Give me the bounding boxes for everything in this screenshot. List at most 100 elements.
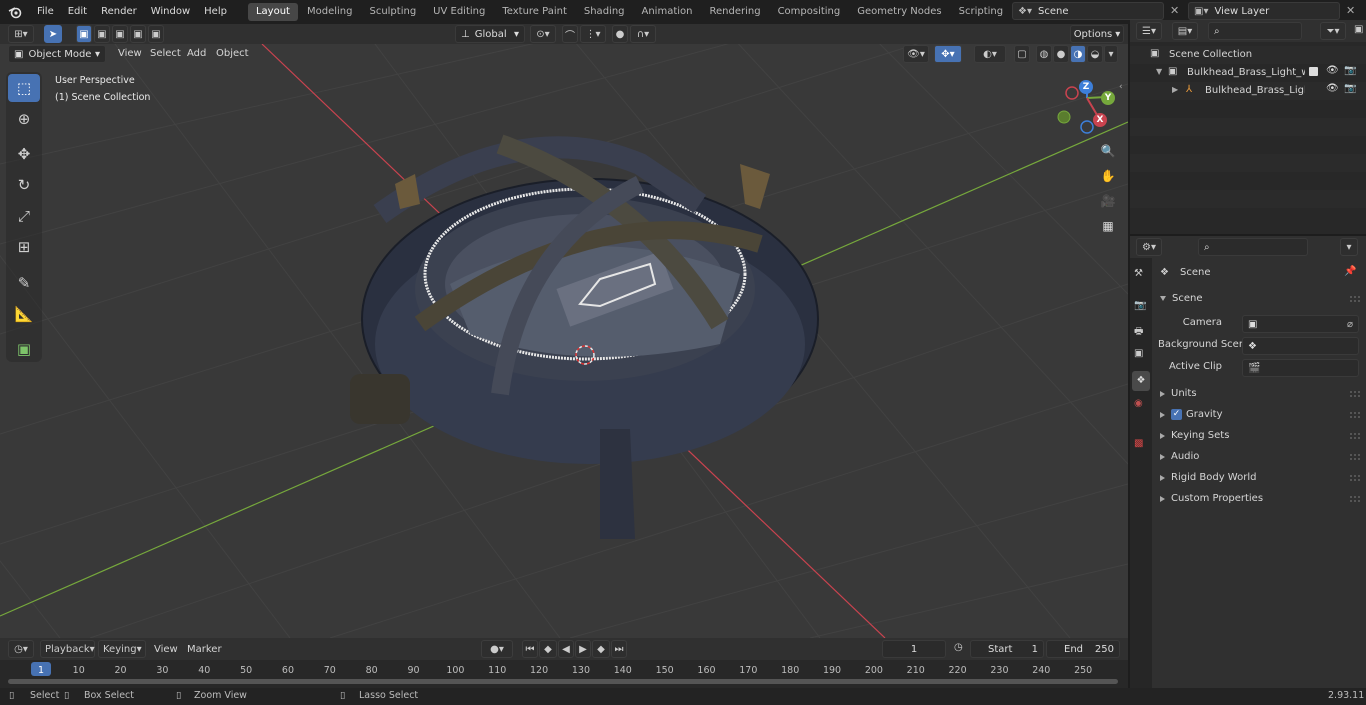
pivot-point-icon[interactable]: ⊙▾: [530, 25, 556, 43]
audio-panel-header[interactable]: Audio: [1160, 451, 1199, 462]
eye-icon[interactable]: 👁: [1326, 65, 1339, 76]
play-reverse-icon[interactable]: ◀: [558, 640, 574, 658]
select-extend-icon[interactable]: ▣: [94, 25, 110, 43]
select-new-icon[interactable]: ▣: [76, 25, 92, 43]
keying-sets-panel-header[interactable]: Keying Sets: [1160, 430, 1229, 441]
outliner-editor-icon[interactable]: ☰▾: [1136, 22, 1162, 40]
jump-end-icon[interactable]: ⏭: [611, 640, 627, 658]
move-tool-icon[interactable]: ✥: [8, 140, 40, 168]
drag-handle-icon[interactable]: [1350, 496, 1360, 502]
gizmo-y-icon[interactable]: Y: [1101, 91, 1115, 105]
options-dropdown[interactable]: Options ▾: [1070, 25, 1124, 43]
close-scene-icon[interactable]: ✕: [1170, 4, 1179, 17]
drag-handle-icon[interactable]: [1350, 454, 1360, 460]
viewport-menu-add[interactable]: Add: [187, 48, 206, 59]
outliner-row-collection[interactable]: ▼ ▣ Bulkhead_Brass_Light_with_C 👁 📷: [1130, 64, 1366, 82]
shading-options-icon[interactable]: ▾: [1104, 45, 1118, 63]
world-tab-icon[interactable]: ◉: [1134, 398, 1143, 409]
gizmo-toggle-icon[interactable]: ✥▾: [934, 45, 962, 63]
next-keyframe-icon[interactable]: ◆: [592, 640, 610, 658]
camera-view-icon[interactable]: 🎥: [1097, 190, 1119, 212]
playback-menu[interactable]: Playback ▾: [40, 640, 95, 658]
eye-icon[interactable]: 👁: [1326, 83, 1339, 94]
tab-geometry-nodes[interactable]: Geometry Nodes: [849, 3, 949, 21]
solid-shading-icon[interactable]: ●: [1053, 45, 1069, 63]
gizmo-z-icon[interactable]: Z: [1079, 80, 1093, 94]
background-scene-field[interactable]: ❖: [1242, 337, 1359, 355]
scale-tool-icon[interactable]: ⤢: [8, 202, 40, 230]
gizmo-x-icon[interactable]: X: [1093, 113, 1107, 127]
tool-tab-icon[interactable]: ⚒: [1134, 268, 1143, 279]
pin-icon[interactable]: 📌: [1344, 266, 1356, 277]
overlays-icon[interactable]: ◐▾: [974, 45, 1006, 63]
expand-icon[interactable]: ▶: [1172, 85, 1178, 94]
snap-target-icon[interactable]: ⋮▾: [580, 25, 606, 43]
tab-compositing[interactable]: Compositing: [770, 3, 849, 21]
preview-range-icon[interactable]: ◷: [954, 642, 963, 653]
menu-edit[interactable]: Edit: [61, 0, 94, 24]
transform-orientation[interactable]: ⊥ Global ▾: [455, 25, 525, 43]
menu-render[interactable]: Render: [94, 0, 144, 24]
viewport-menu-object[interactable]: Object: [216, 48, 249, 59]
rendered-shading-icon[interactable]: ◒: [1087, 45, 1103, 63]
cursor-tool-icon[interactable]: ⊕: [8, 105, 40, 133]
timeline-menu-view[interactable]: View: [154, 644, 178, 655]
scene-tab-icon[interactable]: ❖: [1132, 371, 1150, 391]
3d-viewport[interactable]: Z Y X ▣ Object Mode ▾ View Select Add Ob…: [0, 44, 1128, 638]
properties-editor-icon[interactable]: ⚙▾: [1136, 238, 1162, 256]
select-invert-icon[interactable]: ▣: [130, 25, 146, 43]
tab-layout[interactable]: Layout: [247, 3, 298, 21]
rigid-body-world-panel-header[interactable]: Rigid Body World: [1160, 472, 1256, 483]
end-frame-field[interactable]: End 250: [1046, 640, 1120, 658]
eyedropper-icon[interactable]: ⌀: [1347, 319, 1353, 330]
wireframe-shading-icon[interactable]: ◍: [1036, 45, 1052, 63]
material-shading-icon[interactable]: ◑: [1070, 45, 1086, 63]
outliner-row-object[interactable]: ▶ ⅄ Bulkhead_Brass_Light_w 👁 📷: [1130, 82, 1366, 100]
timeline-menu-marker[interactable]: Marker: [187, 644, 222, 655]
viewport-menu-view[interactable]: View: [118, 48, 142, 59]
select-intersect-icon[interactable]: ▣: [148, 25, 164, 43]
drag-handle-icon[interactable]: [1350, 391, 1360, 397]
prev-keyframe-icon[interactable]: ◆: [539, 640, 557, 658]
tab-animation[interactable]: Animation: [634, 3, 701, 21]
drag-handle-icon[interactable]: [1350, 412, 1360, 418]
menu-help[interactable]: Help: [197, 0, 234, 24]
new-collection-icon[interactable]: ▣: [1354, 24, 1363, 35]
gravity-checkbox[interactable]: ✓: [1171, 409, 1182, 420]
viewport-menu-select[interactable]: Select: [150, 48, 181, 59]
menu-file[interactable]: File: [30, 0, 61, 24]
outliner-search-input[interactable]: ⌕: [1208, 22, 1302, 40]
blender-logo-icon[interactable]: [0, 0, 30, 24]
output-tab-icon[interactable]: 🖶: [1134, 324, 1143, 341]
drag-handle-icon[interactable]: [1350, 296, 1360, 302]
timeline-scrollbar[interactable]: [8, 679, 1118, 684]
camera-icon[interactable]: 📷: [1344, 83, 1356, 94]
checkbox-icon[interactable]: [1309, 67, 1318, 76]
custom-properties-panel-header[interactable]: Custom Properties: [1160, 493, 1263, 504]
drag-handle-icon[interactable]: [1350, 433, 1360, 439]
current-frame-field[interactable]: 1: [882, 640, 946, 658]
pan-view-icon[interactable]: ✋: [1097, 165, 1119, 187]
select-tool-icon[interactable]: ➤: [44, 25, 62, 43]
texture-tab-icon[interactable]: ▩: [1134, 438, 1143, 449]
zoom-view-icon[interactable]: 🔍: [1097, 140, 1119, 162]
xray-icon[interactable]: ▢: [1014, 45, 1030, 63]
view-layer-tab-icon[interactable]: ▣: [1134, 348, 1143, 359]
scene-selector[interactable]: ❖▾ Scene: [1012, 2, 1164, 20]
tab-scripting[interactable]: Scripting: [951, 3, 1011, 21]
editor-type-icon[interactable]: ⊞▾: [8, 25, 34, 43]
timeline-editor-icon[interactable]: ◷▾: [8, 640, 34, 658]
active-clip-field[interactable]: 🎬: [1242, 359, 1359, 377]
select-subtract-icon[interactable]: ▣: [112, 25, 128, 43]
annotate-tool-icon[interactable]: ✎: [8, 269, 40, 297]
tab-sculpting[interactable]: Sculpting: [361, 3, 424, 21]
snap-toggle-icon[interactable]: ⌒: [562, 25, 578, 43]
sidebar-toggle-icon[interactable]: ‹: [1119, 82, 1123, 92]
camera-icon[interactable]: 📷: [1344, 65, 1356, 76]
render-tab-icon[interactable]: 📷: [1134, 300, 1146, 311]
properties-search-input[interactable]: ⌕: [1198, 238, 1308, 256]
tab-shading[interactable]: Shading: [576, 3, 633, 21]
mode-selector[interactable]: ▣ Object Mode ▾: [8, 45, 106, 63]
add-cube-tool-icon[interactable]: ▣: [8, 335, 40, 363]
proportional-edit-icon[interactable]: ●: [612, 25, 628, 43]
